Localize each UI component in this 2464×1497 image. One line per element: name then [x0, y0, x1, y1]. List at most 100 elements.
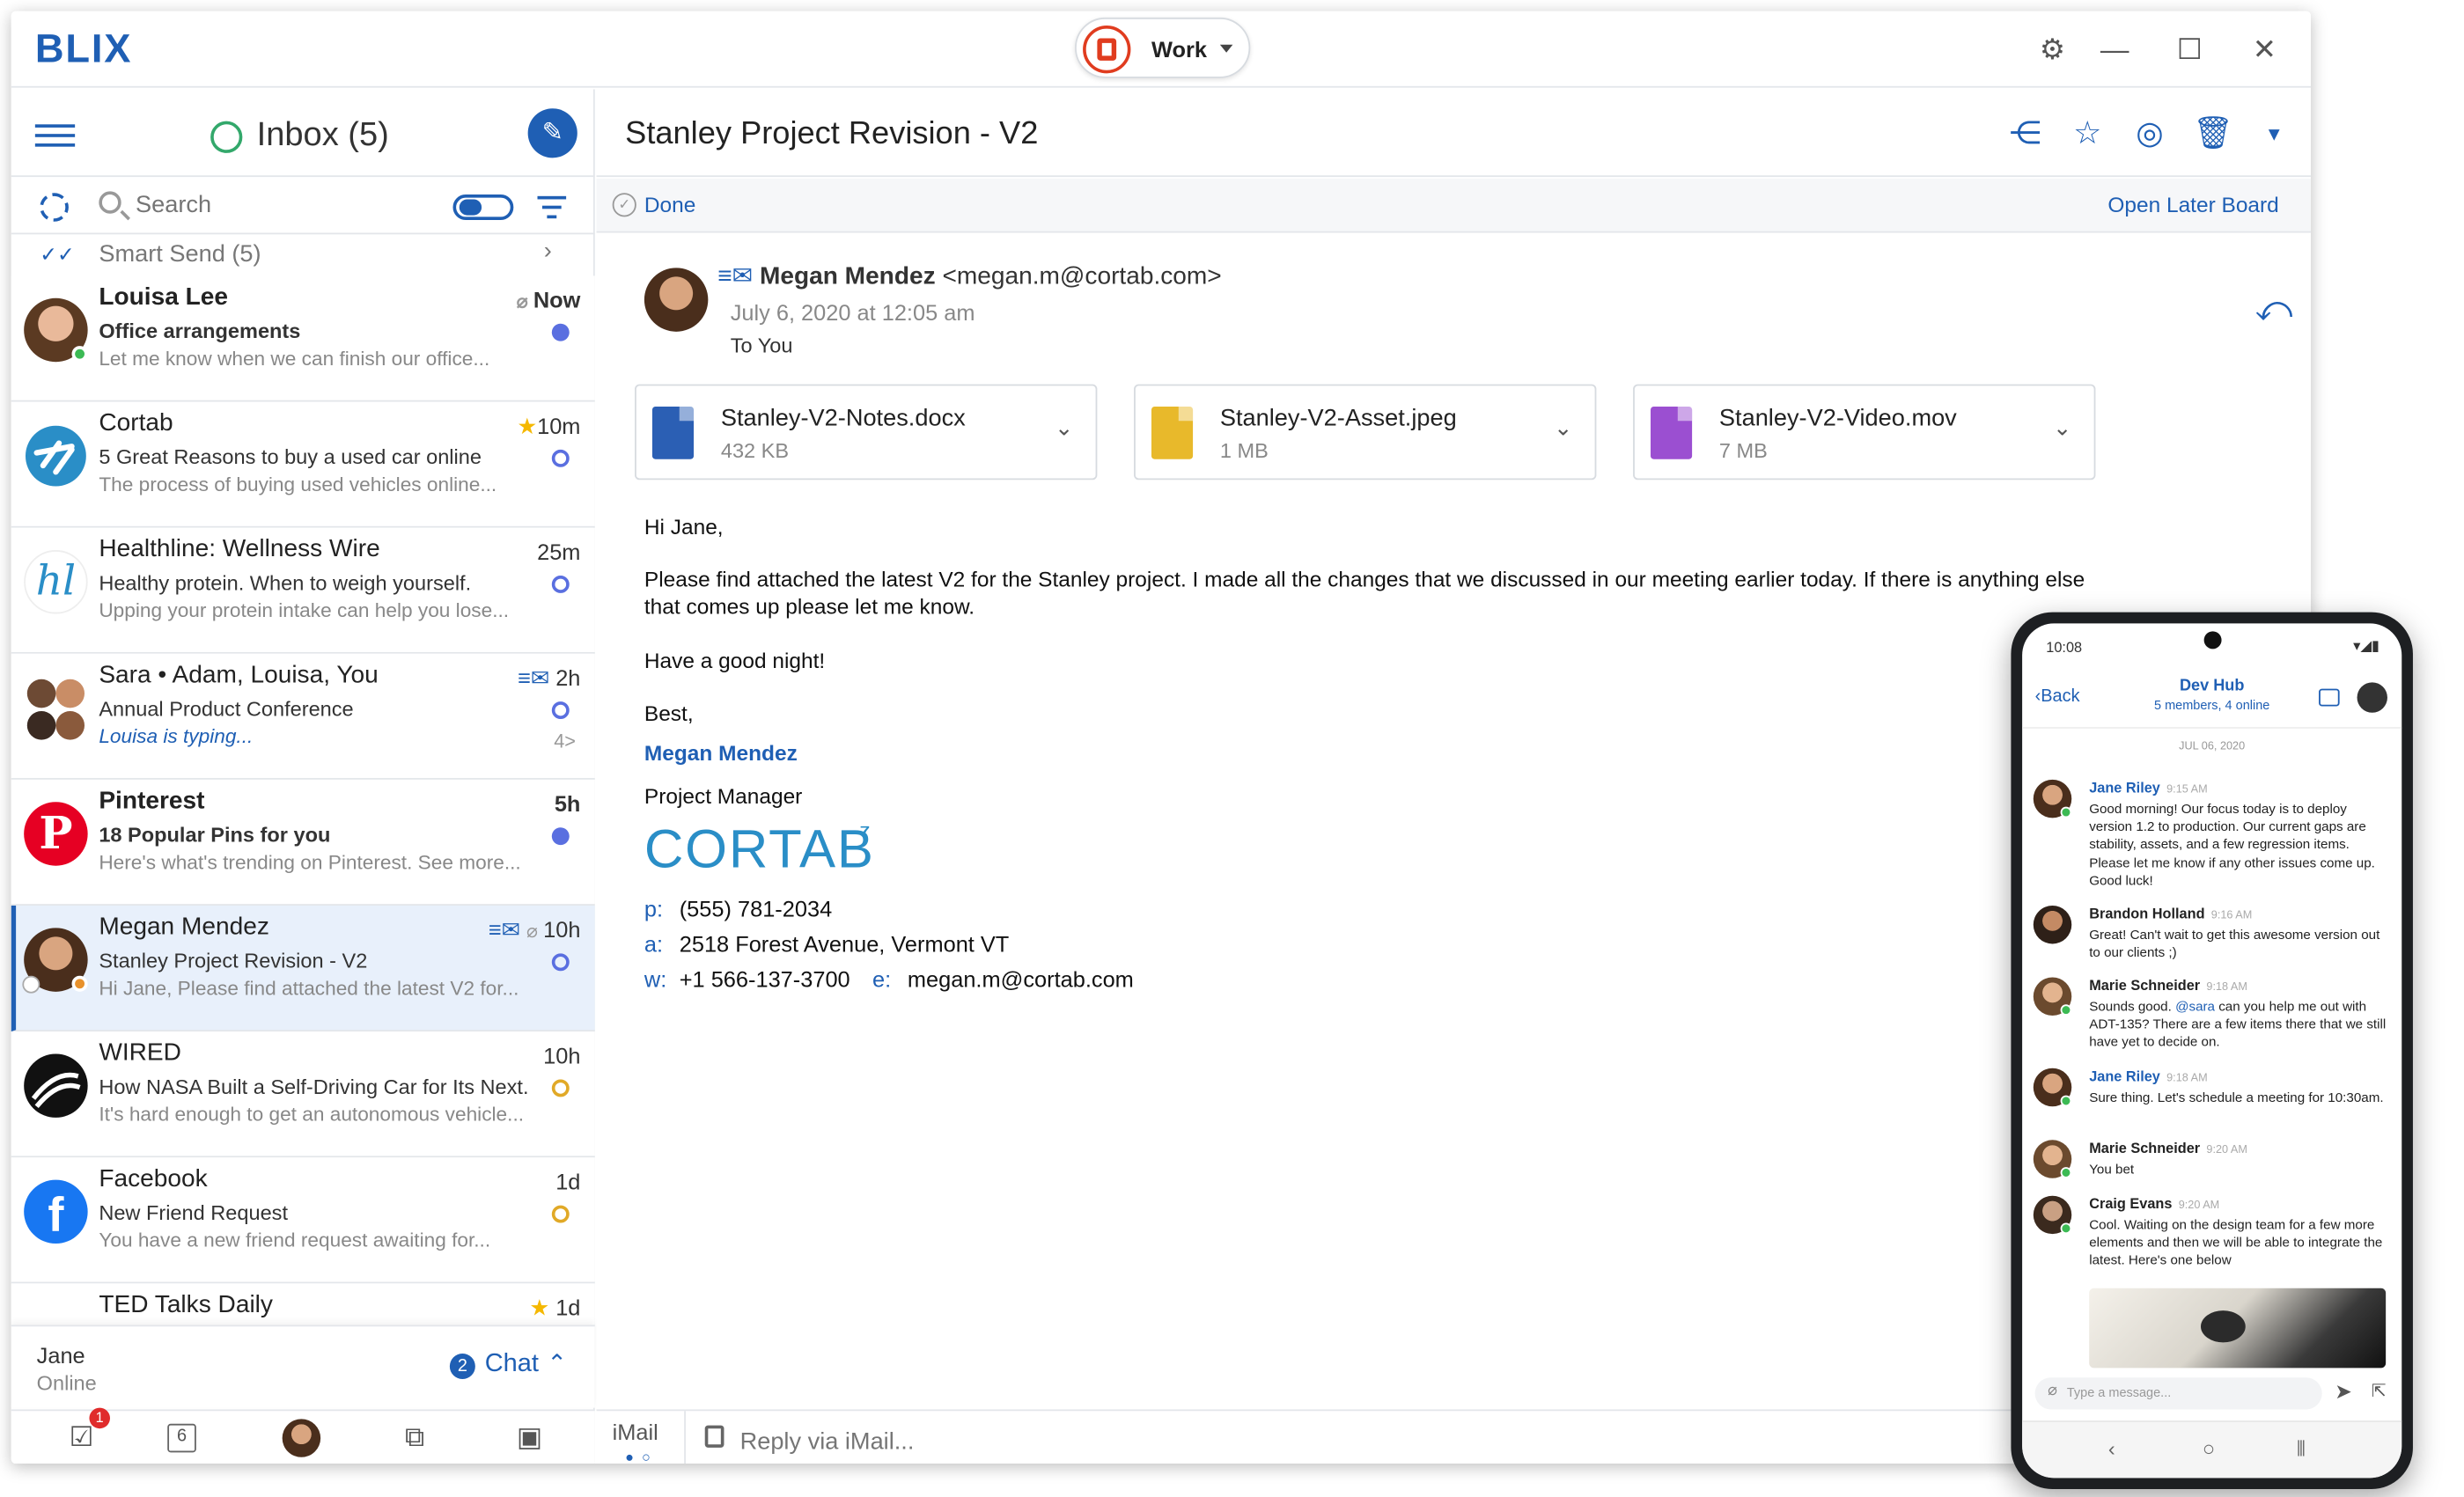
search-icon [99, 191, 121, 214]
chat-bar[interactable]: Jane Online 2 Chat ⌃ [11, 1325, 595, 1408]
email-header-bar: Stanley Project Revision - V2 ⋲ ☆ ◎ 🗑 ▼ [596, 89, 2312, 178]
send-icon[interactable]: ➤ [2335, 1379, 2352, 1405]
email-time: ★10m [517, 413, 581, 439]
maximize-button[interactable]: ☐ [2171, 30, 2209, 68]
gear-icon[interactable]: ⚙ [2034, 30, 2071, 68]
reply-icon[interactable]: ⤺ [2255, 289, 2293, 330]
email-item[interactable]: f Facebook New Friend Request You have a… [11, 1157, 595, 1284]
star-icon[interactable]: ★ [517, 413, 537, 438]
done-link[interactable]: Done [644, 193, 695, 216]
focus-toggle[interactable] [452, 194, 514, 221]
attachment-card[interactable]: Stanley-V2-Asset.jpeg 1 MB ⌄ [1134, 384, 1597, 481]
menu-icon[interactable] [34, 124, 76, 147]
chevron-down-icon[interactable]: ⌄ [1055, 415, 1073, 442]
chevron-down-icon[interactable]: ⌄ [1554, 415, 1572, 442]
image-icon[interactable] [2319, 688, 2340, 707]
star-icon[interactable]: ☆ [2069, 114, 2107, 152]
shared-photo[interactable] [2089, 1288, 2387, 1369]
email-item-selected[interactable]: Megan Mendez Stanley Project Revision - … [11, 905, 595, 1032]
unread-indicator[interactable] [551, 827, 570, 846]
phone-mockup: 10:08 ▾◢▮ ‹Back Dev Hub 5 members, 4 onl… [2011, 612, 2413, 1490]
email-time: 1d [555, 1168, 581, 1194]
compose-button[interactable]: ✎ [527, 108, 577, 158]
nav-home-icon[interactable]: ○ [2203, 1436, 2215, 1460]
email-item[interactable]: P Pinterest 18 Popular Pins for you Here… [11, 779, 595, 906]
attachment-icon[interactable]: ⌀ [2048, 1383, 2057, 1400]
message-input[interactable]: ⌀ Type a message... [2034, 1377, 2322, 1410]
greeting: Hi Jane, [644, 515, 724, 539]
account-switcher[interactable]: Work [1075, 17, 1251, 78]
sender-email[interactable]: <megan.m@cortab.com> [942, 263, 1221, 290]
email-item[interactable]: Sara • Adam, Louisa, You Annual Product … [11, 653, 595, 780]
mention-link[interactable]: @sara [2175, 998, 2215, 1014]
chevron-up-icon[interactable]: ⌃ [547, 1349, 567, 1377]
phone-screen: 10:08 ▾◢▮ ‹Back Dev Hub 5 members, 4 onl… [2022, 623, 2402, 1479]
check-circle-icon[interactable]: ✓ [612, 193, 636, 217]
minimize-button[interactable]: — [2095, 30, 2133, 68]
attachment-card[interactable]: Stanley-V2-Notes.docx 432 KB ⌄ [635, 384, 1098, 481]
sender-name[interactable]: Megan Mendez [760, 263, 936, 290]
read-indicator[interactable] [551, 575, 570, 593]
inbox-title[interactable]: Inbox (5) [257, 116, 389, 154]
trash-icon[interactable]: 🗑 [2193, 114, 2233, 152]
online-indicator [2060, 1167, 2072, 1178]
briefcase-icon[interactable]: ⧉ [397, 1420, 432, 1456]
attachment-icon: ⌀ [526, 920, 544, 943]
more-dropdown-icon[interactable]: ▼ [2255, 114, 2293, 152]
email-subject: Stanley Project Revision - V2 [99, 948, 368, 973]
email-item[interactable]: hl Healthline: Wellness Wire Healthy pro… [11, 527, 595, 654]
read-indicator[interactable] [551, 1205, 570, 1223]
inbox-header: Inbox (5) ✎ [11, 89, 595, 178]
nav-recents-icon[interactable]: ⦀ [2297, 1436, 2306, 1462]
email-date: July 6, 2020 at 12:05 am [730, 299, 975, 326]
attachment-size: 432 KB [720, 438, 790, 463]
email-item[interactable]: WIRED How NASA Built a Self-Driving Car … [11, 1031, 595, 1158]
email-preview: Here's what's trending on Pinterest. See… [99, 851, 521, 874]
nav-back-icon[interactable]: ‹ [2108, 1436, 2115, 1460]
search-input[interactable] [135, 185, 423, 224]
chevron-down-icon[interactable]: ⌄ [2053, 415, 2071, 442]
read-indicator[interactable] [551, 1079, 570, 1097]
sender-avatar[interactable] [644, 268, 709, 332]
email-sender: Healthline: Wellness Wire [99, 535, 380, 563]
mail-list-pane: Inbox (5) ✎ ✓✓ Smart Send (5) › Louisa L… [11, 89, 595, 1464]
email-preview: The process of buying used vehicles onli… [99, 473, 497, 496]
share-icon[interactable]: ⋲ [2006, 114, 2044, 152]
done-bar: ✓ Done Open Later Board [596, 178, 2312, 233]
done-icon[interactable]: ◎ [2130, 114, 2168, 152]
open-later-board-link[interactable]: Open Later Board [2107, 193, 2278, 216]
attachment-card[interactable]: Stanley-V2-Video.mov 7 MB ⌄ [1633, 384, 2096, 481]
email-item[interactable]: TED Talks Daily ★ 1d [11, 1283, 595, 1325]
filter-icon[interactable] [537, 195, 567, 219]
email-subject: 5 Great Reasons to buy a used car online [99, 444, 482, 469]
group-avatar[interactable] [2357, 682, 2387, 713]
reply-input[interactable] [739, 1425, 1379, 1457]
signature-address: a: 2518 Forest Avenue, Vermont VT [644, 930, 1010, 957]
email-item[interactable]: Cortab 5 Great Reasons to buy a used car… [11, 401, 595, 528]
email-subject: Annual Product Conference [99, 696, 354, 721]
close-button[interactable]: ✕ [2246, 30, 2284, 68]
read-indicator[interactable] [551, 449, 570, 467]
calendar-icon[interactable]: 6 [167, 1423, 196, 1453]
profile-avatar[interactable] [282, 1419, 321, 1457]
chat-label[interactable]: Chat [485, 1350, 539, 1379]
smart-send-row[interactable]: ✓✓ Smart Send (5) › [11, 236, 595, 274]
double-check-icon: ✓✓ [40, 242, 75, 267]
external-icon[interactable]: ⇱ [2372, 1381, 2387, 1402]
star-icon[interactable]: ★ [529, 1295, 555, 1320]
healthline-avatar: hl [24, 550, 88, 614]
message-author: Jane Riley 9:15 AM [2089, 779, 2208, 796]
email-item[interactable]: Louisa Lee Office arrangements Let me kn… [11, 275, 595, 402]
read-indicator[interactable] [551, 953, 570, 972]
attachment-name: Stanley-V2-Notes.docx [720, 405, 966, 432]
word-file-icon [651, 406, 695, 459]
facebook-avatar: f [24, 1179, 88, 1244]
contacts-icon[interactable]: ▣ [512, 1420, 548, 1456]
read-indicator[interactable] [551, 701, 570, 720]
cortab-mark-icon: ⁷ [859, 820, 871, 848]
sync-icon[interactable] [40, 193, 69, 222]
unread-indicator[interactable] [551, 323, 570, 341]
imail-label[interactable]: iMail [613, 1419, 658, 1444]
signature-web: w: +1 566-137-3700 e: megan.m@cortab.com [644, 965, 1134, 992]
chat-user-name: Jane [36, 1342, 85, 1369]
